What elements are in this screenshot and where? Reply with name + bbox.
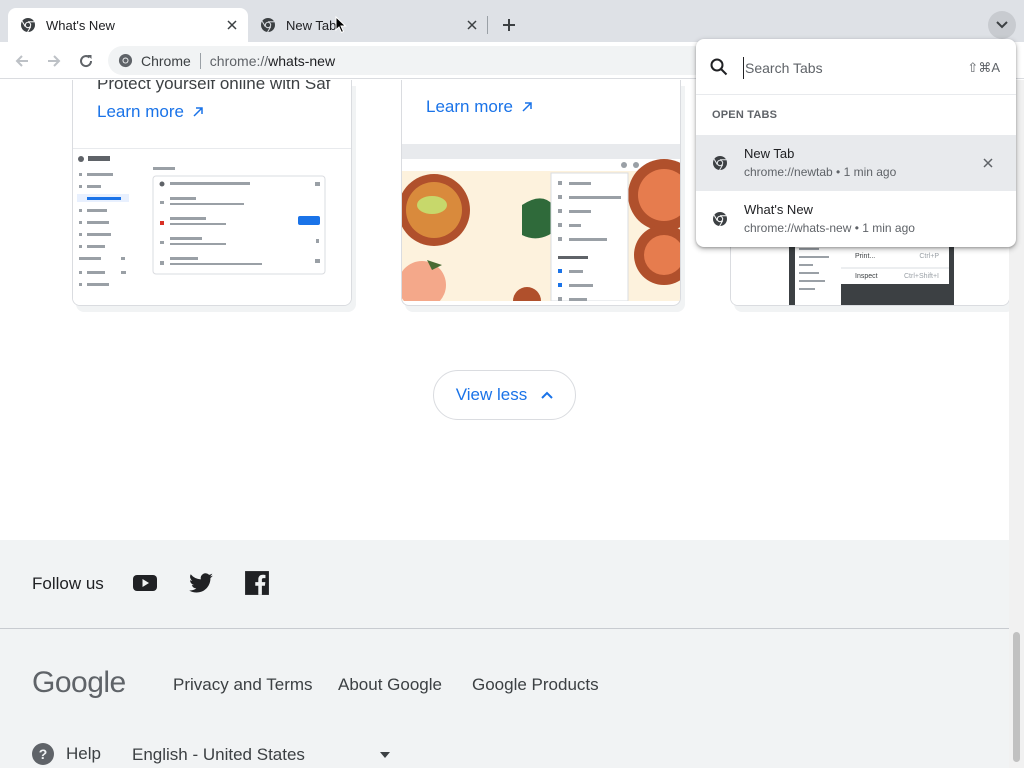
help-icon: ? bbox=[32, 743, 54, 765]
follow-us-label: Follow us bbox=[32, 574, 104, 593]
menu-inspect-label: Inspect bbox=[855, 273, 878, 280]
site-chip[interactable]: Chrome bbox=[118, 52, 201, 69]
scrollbar-thumb[interactable] bbox=[1013, 632, 1020, 762]
tab-search-item-new-tab[interactable]: New Tab chrome://newtab • 1 min ago bbox=[696, 135, 1016, 191]
chevron-down-icon bbox=[996, 21, 1008, 29]
menu-print-label: Print... bbox=[855, 253, 875, 260]
back-button[interactable] bbox=[10, 49, 34, 73]
chrome-icon bbox=[118, 53, 133, 68]
facebook-icon[interactable] bbox=[244, 570, 270, 596]
settings-screenshot-image bbox=[73, 148, 351, 305]
about-google-link[interactable]: About Google bbox=[338, 675, 442, 695]
arrow-forward-icon bbox=[48, 55, 61, 67]
learn-more-link[interactable]: Learn more bbox=[97, 102, 204, 122]
feature-card: Protect yourself online with Saf Learn m… bbox=[72, 80, 352, 306]
view-less-button[interactable]: View less bbox=[433, 370, 576, 420]
privacy-terms-link[interactable]: Privacy and Terms bbox=[173, 675, 313, 695]
external-arrow-icon bbox=[522, 102, 532, 112]
tab-new-tab[interactable]: New Tab bbox=[248, 8, 488, 42]
close-icon[interactable] bbox=[980, 155, 996, 171]
tab-strip: What's New New Tab bbox=[0, 0, 1024, 42]
youtube-icon[interactable] bbox=[132, 570, 158, 596]
tab-search-button[interactable] bbox=[988, 11, 1016, 39]
tab-search-input[interactable] bbox=[743, 57, 953, 79]
google-logo[interactable]: Google bbox=[32, 666, 126, 700]
address-bar[interactable]: Chrome chrome://whats-new bbox=[108, 46, 708, 75]
tab-item-title: New Tab bbox=[744, 146, 795, 161]
card-description: Protect yourself online with Saf bbox=[97, 80, 331, 93]
tab-item-subtitle: chrome://newtab • 1 min ago bbox=[744, 165, 897, 179]
tab-search-item-whats-new[interactable]: What's New chrome://whats-new • 1 min ag… bbox=[696, 191, 1016, 247]
svg-text:Ctrl+P: Ctrl+P bbox=[919, 253, 939, 260]
learn-more-link[interactable]: Learn more bbox=[426, 97, 533, 117]
tab-search-header: ⇧⌘A bbox=[696, 39, 1016, 95]
svg-text:Ctrl+Shift+I: Ctrl+Shift+I bbox=[904, 273, 939, 280]
search-icon bbox=[710, 58, 728, 76]
chrome-icon bbox=[713, 156, 727, 171]
dropdown-arrow-icon bbox=[380, 752, 390, 758]
forward-button[interactable] bbox=[42, 49, 66, 73]
chrome-icon bbox=[20, 17, 36, 33]
chevron-up-icon bbox=[541, 391, 553, 399]
page-footer: Follow us Google Privacy and Terms About… bbox=[0, 540, 1009, 768]
open-tabs-heading: OPEN TABS bbox=[712, 109, 778, 121]
close-icon[interactable] bbox=[222, 15, 242, 35]
tab-item-subtitle: chrome://whats-new • 1 min ago bbox=[744, 221, 915, 235]
new-tab-button[interactable] bbox=[497, 13, 521, 37]
arrow-back-icon bbox=[15, 55, 28, 67]
chrome-icon bbox=[713, 212, 727, 227]
tab-title: What's New bbox=[46, 17, 115, 33]
chrome-icon bbox=[260, 17, 276, 33]
footer-divider bbox=[0, 628, 1009, 629]
tab-divider bbox=[487, 16, 488, 34]
url-text: chrome://whats-new bbox=[209, 52, 336, 69]
help-link[interactable]: ? Help bbox=[32, 743, 101, 765]
plus-icon bbox=[503, 19, 515, 31]
language-value: English - United States bbox=[132, 745, 305, 764]
tab-search-popup: ⇧⌘A OPEN TABS New Tab chrome://newtab • … bbox=[696, 39, 1016, 247]
tab-item-title: What's New bbox=[744, 202, 813, 217]
google-products-link[interactable]: Google Products bbox=[472, 675, 599, 695]
site-chip-label: Chrome bbox=[141, 52, 191, 69]
close-icon[interactable] bbox=[462, 15, 482, 35]
feature-card: Learn more bbox=[401, 80, 681, 306]
tab-title: New Tab bbox=[286, 17, 337, 33]
reload-button[interactable] bbox=[74, 49, 98, 73]
keyboard-shortcut: ⇧⌘A bbox=[967, 60, 1000, 75]
reload-icon bbox=[80, 55, 93, 68]
mouse-cursor-icon bbox=[335, 16, 347, 34]
help-label: Help bbox=[66, 744, 101, 763]
menu-screenshot-image: Print... Ctrl+P Inspect Ctrl+Shift+I bbox=[731, 240, 1009, 305]
tab-whats-new[interactable]: What's New bbox=[8, 8, 248, 42]
twitter-icon[interactable] bbox=[188, 570, 214, 596]
share-menu-screenshot-image bbox=[402, 144, 680, 305]
language-select[interactable]: English - United States bbox=[132, 745, 390, 765]
external-arrow-icon bbox=[193, 107, 203, 117]
